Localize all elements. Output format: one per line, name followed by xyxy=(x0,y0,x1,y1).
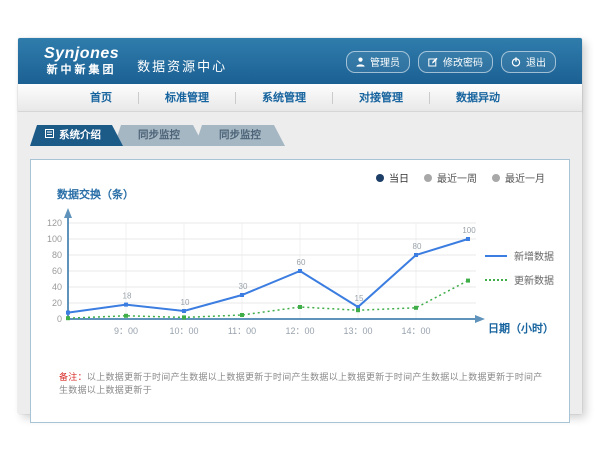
svg-text:30: 30 xyxy=(239,282,248,291)
nav-item-standards[interactable]: 标准管理 xyxy=(139,92,236,104)
legend-updated-data: 更新数据 xyxy=(485,272,554,287)
svg-text:10：00: 10：00 xyxy=(169,326,198,336)
main-nav: 首页 标准管理 系统管理 对接管理 数据异动 xyxy=(18,84,582,112)
admin-user-button[interactable]: 管理员 xyxy=(346,51,410,73)
y-axis-title: 数据交换（条） xyxy=(57,186,134,202)
tab-label: 系统介绍 xyxy=(59,125,101,146)
content-area: 系统介绍 同步监控 同步监控 当日 最近一周 xyxy=(18,112,582,414)
radio-icon xyxy=(424,174,432,182)
tab-label: 同步监控 xyxy=(138,125,180,146)
dotted-line-icon xyxy=(485,279,507,281)
svg-text:11：00: 11：00 xyxy=(228,326,256,336)
nav-item-system[interactable]: 系统管理 xyxy=(236,92,333,104)
company-logo: Synjones 新中新集团 xyxy=(44,46,119,76)
tab-system-intro[interactable]: 系统介绍 xyxy=(30,125,123,146)
svg-text:120: 120 xyxy=(47,218,62,228)
svg-text:60: 60 xyxy=(297,258,306,267)
svg-text:9：00: 9：00 xyxy=(114,326,138,336)
radio-icon xyxy=(492,174,500,182)
logout-icon xyxy=(511,57,521,67)
svg-text:10: 10 xyxy=(181,298,190,307)
legend-new-data: 新增数据 xyxy=(485,248,554,263)
logout-button[interactable]: 退出 xyxy=(501,51,556,73)
page-title: 数据资源中心 xyxy=(137,48,227,75)
time-range-filter: 当日 最近一周 最近一月 xyxy=(376,170,545,185)
filter-label: 当日 xyxy=(389,170,409,185)
filter-last-month[interactable]: 最近一月 xyxy=(492,170,545,185)
svg-text:14：00: 14：00 xyxy=(401,326,430,336)
app-header: Synjones 新中新集团 数据资源中心 管理员 修改密码 xyxy=(18,38,582,84)
svg-text:15: 15 xyxy=(355,294,364,303)
radio-selected-icon xyxy=(376,174,384,182)
svg-text:12：00: 12：00 xyxy=(285,326,314,336)
footnote-prefix: 备注： xyxy=(59,372,87,382)
solid-line-icon xyxy=(485,255,507,257)
admin-user-label: 管理员 xyxy=(370,54,400,69)
nav-item-data-change[interactable]: 数据异动 xyxy=(430,92,526,104)
chart-panel: 当日 最近一周 最近一月 数据交换（条） 0 20 40 60 80 100 120 9：00… xyxy=(30,159,570,423)
change-password-button[interactable]: 修改密码 xyxy=(418,51,493,73)
svg-text:18: 18 xyxy=(123,292,132,301)
series-legend: 新增数据 更新数据 xyxy=(485,248,554,296)
header-actions: 管理员 修改密码 退出 xyxy=(346,51,556,73)
tab-sync-monitor-1[interactable]: 同步监控 xyxy=(114,125,204,146)
filter-last-week[interactable]: 最近一周 xyxy=(424,170,477,185)
logo-text-en: Synjones xyxy=(44,46,119,62)
filter-label: 最近一月 xyxy=(505,170,545,185)
filter-today[interactable]: 当日 xyxy=(376,170,409,185)
legend-label: 新增数据 xyxy=(514,248,554,263)
svg-text:80: 80 xyxy=(413,242,422,251)
svg-text:0: 0 xyxy=(57,314,62,324)
user-icon xyxy=(356,57,365,67)
filter-label: 最近一周 xyxy=(437,170,477,185)
svg-text:13：00: 13：00 xyxy=(343,326,372,336)
nav-item-interface[interactable]: 对接管理 xyxy=(333,92,430,104)
logo-text-cn: 新中新集团 xyxy=(44,65,119,76)
screen: Synjones 新中新集团 数据资源中心 管理员 修改密码 xyxy=(0,0,600,450)
svg-text:100: 100 xyxy=(47,234,62,244)
edit-icon xyxy=(428,57,438,67)
svg-text:100: 100 xyxy=(462,226,476,235)
change-password-label: 修改密码 xyxy=(443,54,483,69)
legend-label: 更新数据 xyxy=(514,272,554,287)
nav-item-home[interactable]: 首页 xyxy=(64,92,139,104)
form-icon xyxy=(45,125,54,146)
footnote: 备注：以上数据更新于时间产生数据以上数据更新于时间产生数据以上数据更新于时间产生… xyxy=(59,370,551,396)
x-axis-title: 日期（小时） xyxy=(488,320,554,336)
app-window: Synjones 新中新集团 数据资源中心 管理员 修改密码 xyxy=(18,38,582,414)
logout-label: 退出 xyxy=(526,54,546,69)
footnote-body: 以上数据更新于时间产生数据以上数据更新于时间产生数据以上数据更新于时间产生数据以… xyxy=(59,372,543,395)
svg-text:80: 80 xyxy=(52,250,62,260)
svg-text:60: 60 xyxy=(52,266,62,276)
tab-bar: 系统介绍 同步监控 同步监控 xyxy=(30,125,285,146)
svg-text:20: 20 xyxy=(52,298,62,308)
tab-label: 同步监控 xyxy=(219,125,261,146)
svg-text:40: 40 xyxy=(52,282,62,292)
tab-sync-monitor-2[interactable]: 同步监控 xyxy=(195,125,285,146)
